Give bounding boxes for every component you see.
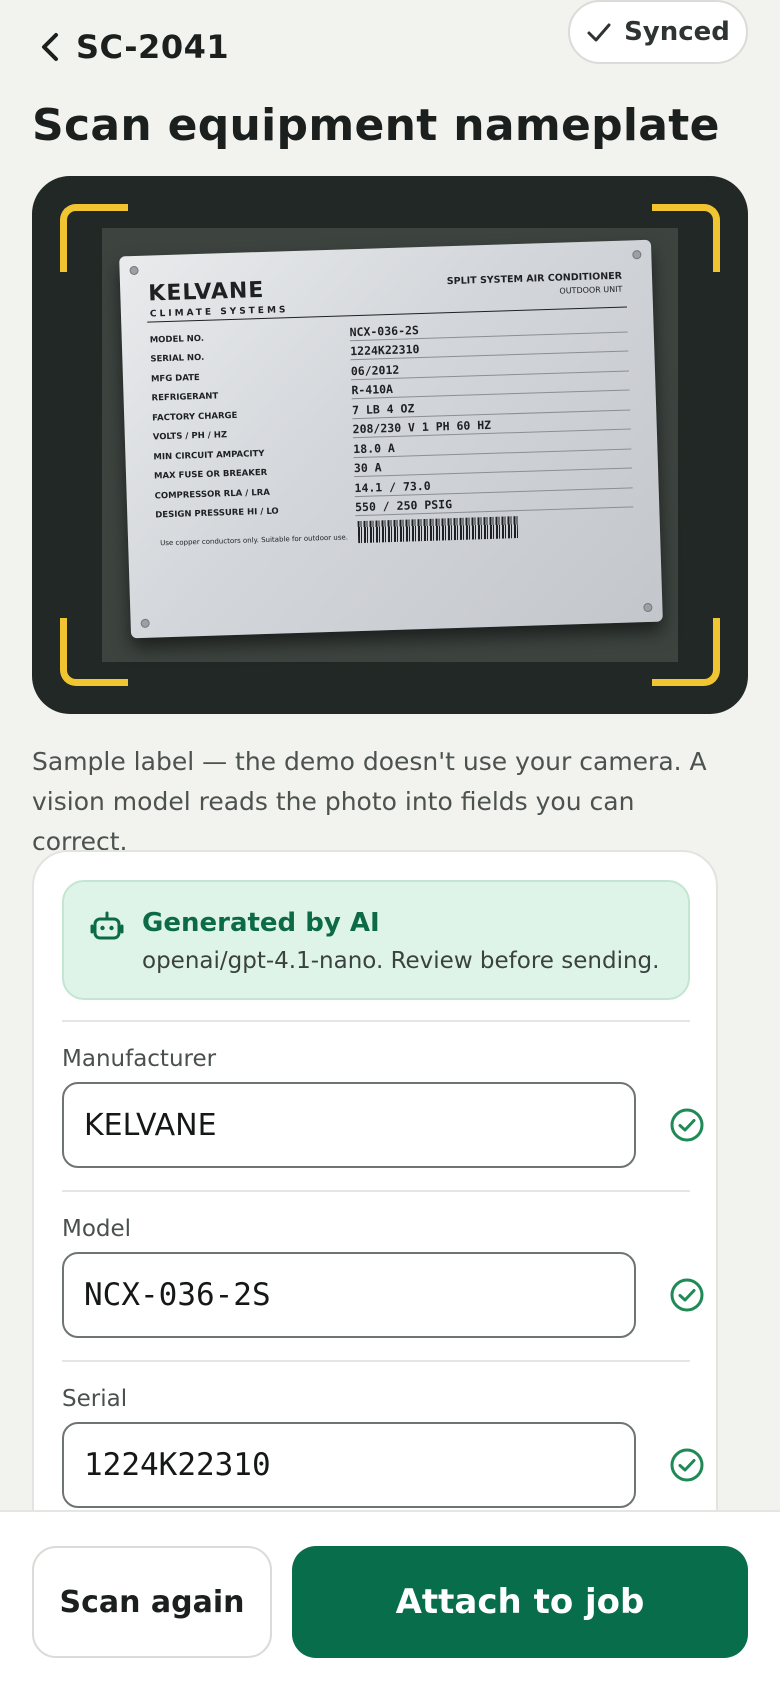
nameplate-photo: KELVANE CLIMATE SYSTEMS SPLIT SYSTEM AIR…	[119, 239, 663, 639]
check-circle-icon	[670, 1108, 704, 1142]
nameplate-rows: MODEL NO. NCX-036-2S SERIAL NO. 1224K22310…	[149, 313, 634, 523]
nameplate-row-label: DESIGN PRESSURE HI / LO	[155, 506, 279, 521]
viewfinder-corner	[652, 204, 720, 272]
demo-caption: Sample label — the demo doesn't use your…	[32, 747, 707, 856]
viewfinder-corner	[652, 618, 720, 686]
screw	[632, 250, 642, 260]
screw	[129, 265, 139, 276]
model-label: Model	[62, 1216, 132, 1242]
bottom-action-bar: Scan again Attach to job	[0, 1510, 780, 1688]
screw	[643, 602, 653, 613]
manufacturer-input[interactable]: KELVANE	[62, 1082, 636, 1168]
manufacturer-label: Manufacturer	[62, 1046, 217, 1072]
viewfinder-corner	[60, 204, 128, 272]
robot-icon	[90, 911, 124, 940]
serial-label: Serial	[62, 1386, 128, 1412]
barcode	[357, 516, 519, 544]
check-circle-icon	[670, 1278, 704, 1312]
ai-notice: Generated by AI openai/gpt-4.1-nano. Rev…	[62, 880, 690, 1000]
model-input[interactable]: NCX-036-2S	[62, 1252, 636, 1338]
job-id: SC-2041	[76, 28, 230, 66]
viewfinder-corner	[60, 618, 128, 686]
nameplate-brand: KELVANE	[147, 277, 265, 307]
extracted-fields-card: Generated by AI openai/gpt-4.1-nano. Rev…	[32, 850, 718, 1570]
serial-input[interactable]: 1224K22310	[62, 1422, 636, 1508]
ai-notice-subtitle: openai/gpt-4.1-nano. Review before sendi…	[142, 948, 660, 974]
check-icon	[587, 23, 611, 42]
sync-status-badge: Synced	[568, 0, 748, 64]
scan-again-button[interactable]: Scan again	[32, 1546, 272, 1658]
divider	[62, 1190, 690, 1192]
nameplate-unit-sub: OUTDOOR UNIT	[559, 284, 623, 296]
chevron-left-icon	[42, 33, 58, 61]
page-title: Scan equipment nameplate	[32, 100, 720, 151]
attach-to-job-button[interactable]: Attach to job	[292, 1546, 748, 1658]
divider	[62, 1020, 690, 1022]
screw	[140, 618, 150, 628]
divider	[62, 1360, 690, 1362]
back-button[interactable]: SC-2041	[36, 28, 229, 66]
check-circle-icon	[670, 1448, 704, 1482]
nameplate-note: Use copper conductors only. Suitable for…	[160, 533, 349, 548]
sync-status-label: Synced	[624, 17, 730, 47]
ai-notice-title: Generated by AI	[142, 908, 380, 938]
